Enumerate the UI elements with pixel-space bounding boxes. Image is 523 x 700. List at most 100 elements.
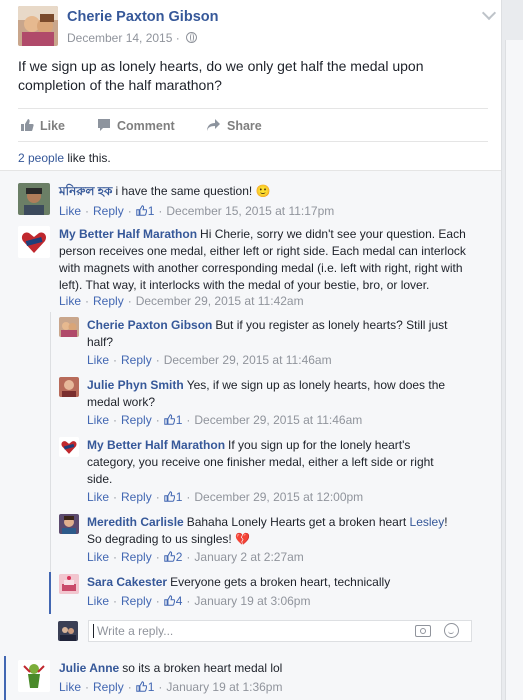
comment-label: Comment xyxy=(117,119,175,133)
comment-button[interactable]: Comment xyxy=(97,118,175,135)
reply-timestamp[interactable]: December 29, 2015 at 12:00pm xyxy=(194,490,363,504)
reply-text-block: Sara Cakester Everyone gets a broken hear… xyxy=(87,574,459,591)
comment-reply-link[interactable]: Reply xyxy=(93,294,124,308)
comment-author[interactable]: মনিরুল হক xyxy=(59,184,112,198)
reply-text: Everyone gets a broken heart, technicall… xyxy=(170,575,391,589)
separator: · xyxy=(155,550,160,564)
reply-author[interactable]: Julie Phyn Smith xyxy=(87,378,184,392)
camera-icon[interactable] xyxy=(415,625,431,637)
reply-like-count[interactable]: 4 xyxy=(163,594,183,608)
chevron-down-icon[interactable] xyxy=(481,5,497,21)
post-date[interactable]: December 14, 2015 xyxy=(67,31,172,45)
reply-actions: Like · Reply · December 29, 2015 at 11:46am xyxy=(87,353,332,367)
reply-timestamp[interactable]: December 29, 2015 at 11:46am xyxy=(194,413,362,427)
reply-reply-link[interactable]: Reply xyxy=(121,353,152,367)
like-button[interactable]: Like xyxy=(20,118,65,135)
reply-input-placeholder: Write a reply... xyxy=(97,624,174,638)
separator: · xyxy=(158,204,163,218)
likes-suffix: like this. xyxy=(64,151,111,165)
reply-author[interactable]: Sara Cakester xyxy=(87,575,167,589)
likes-summary: 2 people like this. xyxy=(18,151,111,165)
author-avatar[interactable] xyxy=(18,6,58,46)
separator: · xyxy=(113,594,118,608)
reply-like-link[interactable]: Like xyxy=(87,594,109,608)
reply-avatar[interactable] xyxy=(59,317,79,337)
reply-author[interactable]: Cherie Paxton Gibson xyxy=(87,318,212,332)
comment-like-count[interactable]: 1 xyxy=(135,680,154,694)
reply-actions: Like · Reply · 4 · January 19 at 3:06pm xyxy=(87,594,310,608)
comment-like-link[interactable]: Like xyxy=(59,204,81,218)
separator: · xyxy=(186,550,191,564)
separator: · xyxy=(127,204,132,218)
reply-like-link[interactable]: Like xyxy=(87,550,109,564)
reply-item: My Better Half Marathon If you sign up fo… xyxy=(59,437,489,507)
active-comment-indicator xyxy=(4,656,6,700)
comment-like-link[interactable]: Like xyxy=(59,680,81,694)
comment-item: মনিরুল হক i have the same question! 🙂 Lik… xyxy=(18,183,488,223)
reply-avatar[interactable] xyxy=(59,377,79,397)
post-author-name[interactable]: Cherie Paxton Gibson xyxy=(67,9,218,25)
comment-timestamp[interactable]: December 15, 2015 at 11:17pm xyxy=(166,204,334,218)
separator: · xyxy=(127,680,132,694)
comment-timestamp[interactable]: December 29, 2015 at 11:42am xyxy=(136,294,304,308)
share-button[interactable]: Share xyxy=(206,118,262,135)
reply-like-link[interactable]: Like xyxy=(87,353,109,367)
separator: · xyxy=(155,353,160,367)
like-label: Like xyxy=(40,119,66,133)
reply-avatar[interactable] xyxy=(59,574,79,594)
reply-reply-link[interactable]: Reply xyxy=(121,550,152,564)
like-count: 2 xyxy=(175,550,183,564)
comment-avatar[interactable] xyxy=(18,660,50,692)
likes-count-link[interactable]: 2 people xyxy=(18,151,64,165)
reply-like-link[interactable]: Like xyxy=(87,490,109,504)
reply-timestamp[interactable]: December 29, 2015 at 11:46am xyxy=(164,353,332,367)
reply-timestamp[interactable]: January 2 at 2:27am xyxy=(194,550,303,564)
reply-author[interactable]: Meredith Carlisle xyxy=(87,515,184,529)
comment-actions: Like · Reply · 1 · December 15, 2015 at 11:17p… xyxy=(59,204,334,218)
comment-text-block: Julie Anne so its a broken heart medal lo… xyxy=(59,660,479,677)
thumbs-up-icon xyxy=(135,205,147,216)
comment-like-count[interactable]: 1 xyxy=(135,204,154,218)
reply-author[interactable]: My Better Half Marathon xyxy=(87,438,225,452)
comment-text-block: My Better Half Marathon Hi Cherie, sorry … xyxy=(59,226,483,294)
text-cursor xyxy=(93,624,94,638)
current-user-avatar[interactable] xyxy=(58,621,78,641)
separator: · xyxy=(127,294,132,308)
comment-text: i have the same question! 🙂 xyxy=(115,184,271,198)
comment-reply-link[interactable]: Reply xyxy=(93,204,124,218)
comment-avatar[interactable] xyxy=(18,226,50,258)
reply-avatar[interactable] xyxy=(59,514,79,534)
reply-like-count[interactable]: 1 xyxy=(163,490,182,504)
reply-reply-link[interactable]: Reply xyxy=(121,490,152,504)
thumbs-up-icon xyxy=(20,118,34,135)
separator: · xyxy=(113,413,118,427)
comment-timestamp[interactable]: January 19 at 1:36pm xyxy=(166,680,282,694)
reply-reply-link[interactable]: Reply xyxy=(121,413,152,427)
reply-text: Bahaha Lonely Hearts get a broken heart xyxy=(186,515,407,529)
like-count: 1 xyxy=(175,413,183,427)
like-count: 4 xyxy=(175,594,183,608)
comment-item: Julie Anne so its a broken heart medal lo… xyxy=(18,660,488,700)
comment-author[interactable]: Julie Anne xyxy=(59,661,119,675)
reply-avatar[interactable] xyxy=(59,437,79,457)
reply-like-count[interactable]: 1 xyxy=(163,413,183,427)
reply-actions: Like · Reply · 1 · December 29, 2015 at 12:00p… xyxy=(87,490,363,504)
comment-like-link[interactable]: Like xyxy=(59,294,81,308)
post-date-separator: · xyxy=(175,31,180,45)
reply-timestamp[interactable]: January 19 at 3:06pm xyxy=(194,594,310,608)
share-label: Share xyxy=(227,119,262,133)
emoji-icon[interactable] xyxy=(444,623,459,638)
reply-like-link[interactable]: Like xyxy=(87,413,109,427)
post-header: Cherie Paxton Gibson December 14, 2015 · xyxy=(18,5,497,50)
reply-input[interactable]: Write a reply... xyxy=(88,620,472,642)
globe-icon xyxy=(186,32,198,43)
comment-author[interactable]: My Better Half Marathon xyxy=(59,227,197,241)
comment-reply-link[interactable]: Reply xyxy=(93,680,124,694)
reply-reply-link[interactable]: Reply xyxy=(121,594,152,608)
separator: · xyxy=(155,413,160,427)
comment-avatar[interactable] xyxy=(18,183,50,215)
comment-item: My Better Half Marathon Hi Cherie, sorry … xyxy=(18,226,488,312)
mention-link[interactable]: Lesley xyxy=(410,515,445,529)
reply-text-block: Julie Phyn Smith Yes, if we sign up as lo… xyxy=(87,377,459,411)
reply-like-count[interactable]: 2 xyxy=(163,550,183,564)
